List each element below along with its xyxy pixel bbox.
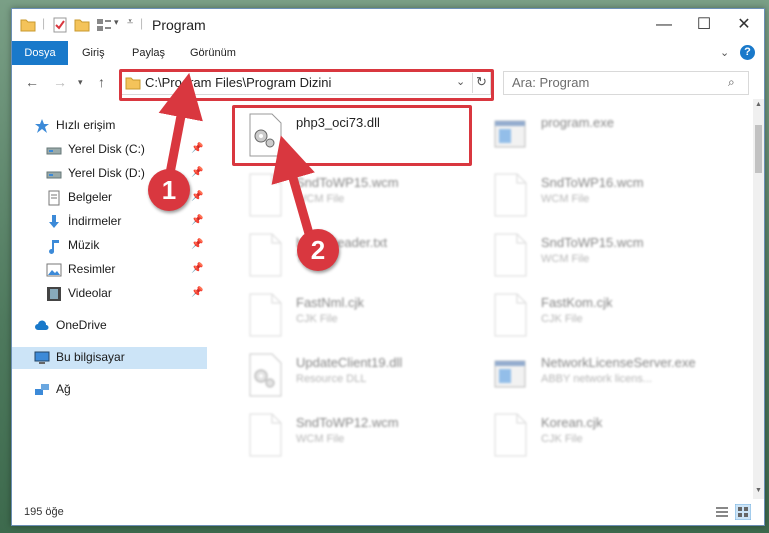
annotation-arrows [158, 72, 317, 246]
file-explorer-window: | ▾ ⩡ | Program — ☐ ✕ Dosya Giriş Paylaş… [11, 8, 765, 526]
step-marker-1: 1 [148, 169, 190, 211]
step-marker-2: 2 [297, 229, 339, 271]
